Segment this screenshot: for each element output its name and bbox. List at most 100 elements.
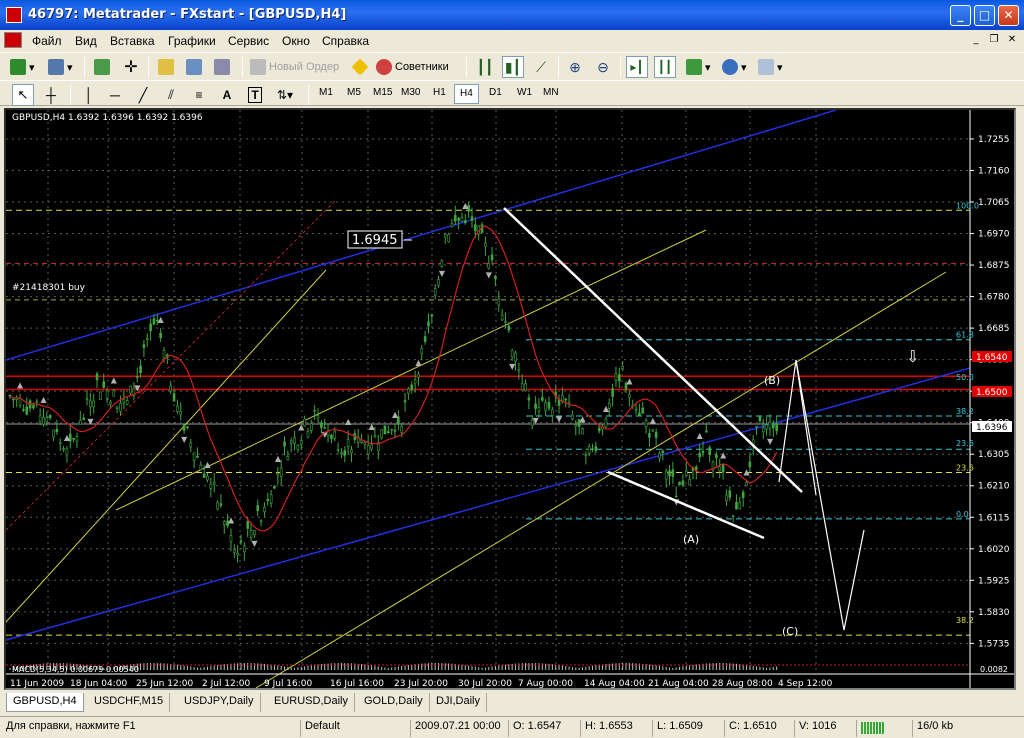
chart-shift-icon[interactable]: ┃┃ — [654, 56, 676, 78]
candle-body — [423, 336, 427, 343]
candle-body — [604, 418, 608, 428]
candle-body — [621, 366, 624, 370]
mdi-restore-icon[interactable]: ❐ — [986, 34, 1002, 48]
mdi-minimize-icon[interactable]: _ — [968, 34, 984, 48]
timeframe-m15[interactable]: M15 — [368, 84, 397, 104]
candle-body — [571, 414, 574, 420]
timeframe-h1[interactable]: H1 — [428, 84, 451, 104]
menu-file[interactable]: Файл — [32, 34, 62, 48]
equidistant-channel-icon[interactable]: ⫽ — [160, 84, 182, 106]
candle-body — [698, 452, 701, 458]
candle-body — [768, 421, 772, 429]
tab-gold-daily[interactable]: GOLD,Daily — [358, 693, 430, 712]
templates-button[interactable]: ▾ — [758, 56, 783, 78]
zoom-in-icon[interactable]: ⊕ — [564, 56, 586, 78]
candle-body — [105, 390, 109, 399]
auto-scroll-icon[interactable]: ▸┃ — [626, 56, 648, 78]
horizontal-line-icon[interactable]: ─ — [104, 84, 126, 106]
timeframe-h4[interactable]: H4 — [454, 84, 479, 104]
crosshair-tool-icon[interactable]: ┼ — [40, 84, 62, 106]
metaeditor-icon[interactable] — [350, 56, 372, 78]
time-tick-label: 2 Jul 12:00 — [202, 679, 251, 688]
minimize-button[interactable]: _ — [950, 5, 971, 26]
menu-tools[interactable]: Сервис — [228, 34, 269, 48]
app-window: 46797: Metatrader - FXstart - [GBPUSD,H4… — [0, 0, 1024, 738]
trend-line-icon[interactable]: ╱ — [132, 84, 154, 106]
close-button[interactable]: ✕ — [998, 5, 1019, 26]
timeframe-m1[interactable]: M1 — [314, 84, 338, 104]
candle-body — [718, 466, 722, 472]
candle-body — [628, 394, 631, 398]
menu-charts[interactable]: Графики — [168, 34, 216, 48]
time-tick-label: 18 Jun 04:00 — [70, 679, 127, 688]
timeframe-w1[interactable]: W1 — [512, 84, 537, 104]
candle-body — [413, 379, 417, 384]
timeframe-mn[interactable]: MN — [538, 84, 564, 104]
tab-gbpusd-h4[interactable]: GBPUSD,H4 — [6, 693, 84, 712]
status-open: O: 1.6547 — [508, 720, 580, 737]
profiles-button[interactable]: ▾ — [48, 56, 73, 78]
time-tick-label: 30 Jul 20:00 — [458, 679, 512, 688]
text-tool-icon[interactable]: A — [216, 84, 238, 106]
chart-grid — [6, 110, 970, 674]
vertical-line-icon[interactable]: │ — [78, 84, 100, 106]
terminal-icon[interactable] — [184, 56, 206, 78]
candle-body — [119, 402, 122, 412]
timeframe-m30[interactable]: M30 — [396, 84, 425, 104]
periods-button[interactable]: ▾ — [722, 56, 747, 78]
line-chart-icon[interactable]: ⟋ — [530, 56, 552, 78]
child-window-icon[interactable] — [4, 32, 22, 48]
new-order-button[interactable]: Новый Ордер — [250, 56, 339, 78]
fibonacci-icon[interactable]: ≡ — [188, 84, 210, 106]
candle-body — [82, 417, 85, 420]
menu-view[interactable]: Вид — [75, 34, 97, 48]
candle-body — [510, 350, 514, 358]
zoom-out-icon[interactable]: ⊖ — [592, 56, 614, 78]
bar-chart-icon[interactable]: ┃┃ — [474, 56, 496, 78]
status-traffic: 16/0 kb — [912, 720, 1022, 737]
experts-button[interactable]: Советники — [376, 56, 449, 78]
fractal-arrow-icon: ▲ — [392, 410, 399, 419]
navigator-folder-icon[interactable] — [156, 56, 178, 78]
time-tick-label: 7 Aug 00:00 — [518, 679, 573, 688]
menu-window[interactable]: Окно — [282, 34, 310, 48]
title-bar[interactable]: 46797: Metatrader - FXstart - [GBPUSD,H4… — [0, 0, 1024, 30]
fractal-arrow-icon: ▼ — [767, 437, 774, 446]
candle-body — [199, 464, 203, 470]
fractal-arrow-icon: ▲ — [158, 315, 165, 324]
cursor-tool-icon[interactable]: ↖ — [12, 84, 34, 106]
menu-insert[interactable]: Вставка — [110, 34, 155, 48]
text-label-icon[interactable]: T — [244, 84, 266, 106]
tab-usdchf-m15[interactable]: USDCHF,M15 — [88, 693, 171, 712]
status-bar: Для справки, нажмите F1 Default 2009.07.… — [0, 716, 1024, 738]
arrows-tool-icon[interactable]: ⇅▾ — [274, 84, 296, 106]
candlestick-chart-icon[interactable]: ▮┃ — [502, 56, 524, 78]
price-chart[interactable]: ▲▲▲▼▲▼▲▼▲▲▼▲▲▼▲▲▲▲▼▲▼▼▼▼▲▲▲▲▼▲▲▲▼ 1.7255… — [6, 110, 1014, 688]
tab-usdjpy-daily[interactable]: USDJPY,Daily — [178, 693, 261, 712]
tab-dji-daily[interactable]: DJI,Daily — [430, 693, 488, 712]
mdi-close-icon[interactable]: ✕ — [1004, 34, 1020, 48]
timeframe-m5[interactable]: M5 — [342, 84, 366, 104]
candle-body — [239, 540, 243, 543]
maximize-button[interactable]: □ — [974, 5, 995, 26]
candle-body — [500, 314, 504, 321]
navigator-icon[interactable]: ✛ — [120, 56, 142, 78]
candle-body — [765, 424, 768, 430]
indicators-button[interactable]: ▾ — [686, 56, 711, 78]
tab-eurusd-daily[interactable]: EURUSD,Daily — [268, 693, 355, 712]
candle-body — [299, 440, 303, 445]
market-watch-icon[interactable] — [92, 56, 114, 78]
chart-window[interactable]: ▲▲▲▼▲▼▲▼▲▲▼▲▲▼▲▲▲▲▼▲▼▼▼▼▲▲▲▲▼▲▲▲▼ 1.7255… — [4, 108, 1016, 690]
candle-body — [79, 420, 82, 425]
candle-body — [52, 429, 55, 438]
fractal-arrow-icon: ▲ — [650, 416, 657, 425]
candle-body — [216, 501, 219, 510]
tester-icon[interactable] — [212, 56, 234, 78]
new-chart-button[interactable]: ▾ — [10, 56, 35, 78]
yellow-channel-3 — [255, 271, 947, 688]
menu-help[interactable]: Справка — [322, 34, 369, 48]
candle-body — [651, 429, 655, 432]
candle-body — [102, 381, 106, 388]
candle-body — [25, 406, 29, 415]
timeframe-d1[interactable]: D1 — [484, 84, 507, 104]
